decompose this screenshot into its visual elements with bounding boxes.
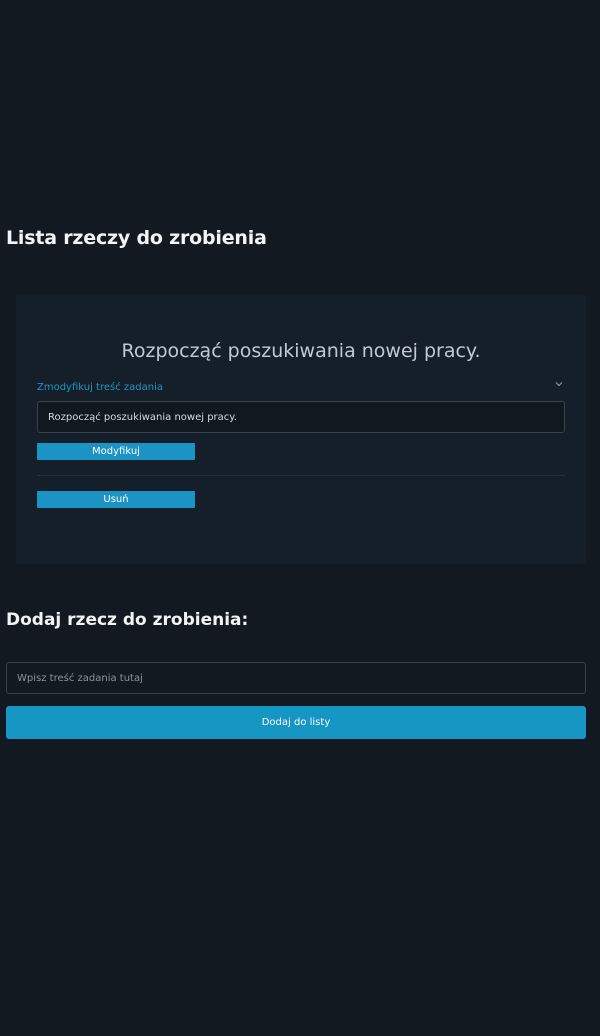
modify-button[interactable]: Modyfikuj (37, 443, 195, 460)
divider (37, 475, 565, 476)
delete-button[interactable]: Usuń (37, 491, 195, 508)
add-to-list-button[interactable]: Dodaj do listy (6, 706, 586, 739)
add-task-title: Dodaj rzecz do zrobienia: (6, 610, 249, 630)
page: Lista rzeczy do zrobienia Rozpocząć posz… (0, 0, 600, 1036)
chevron-down-icon[interactable] (554, 379, 564, 389)
edit-task-toggle[interactable]: Zmodyfikuj treść zadania (37, 382, 163, 393)
new-task-input[interactable] (6, 662, 586, 694)
list-title: Lista rzeczy do zrobienia (6, 227, 267, 249)
task-text: Rozpocząć poszukiwania nowej pracy. (121, 340, 481, 362)
task-card: Rozpocząć poszukiwania nowej pracy. Zmod… (16, 295, 586, 564)
edit-task-input[interactable] (37, 401, 565, 433)
